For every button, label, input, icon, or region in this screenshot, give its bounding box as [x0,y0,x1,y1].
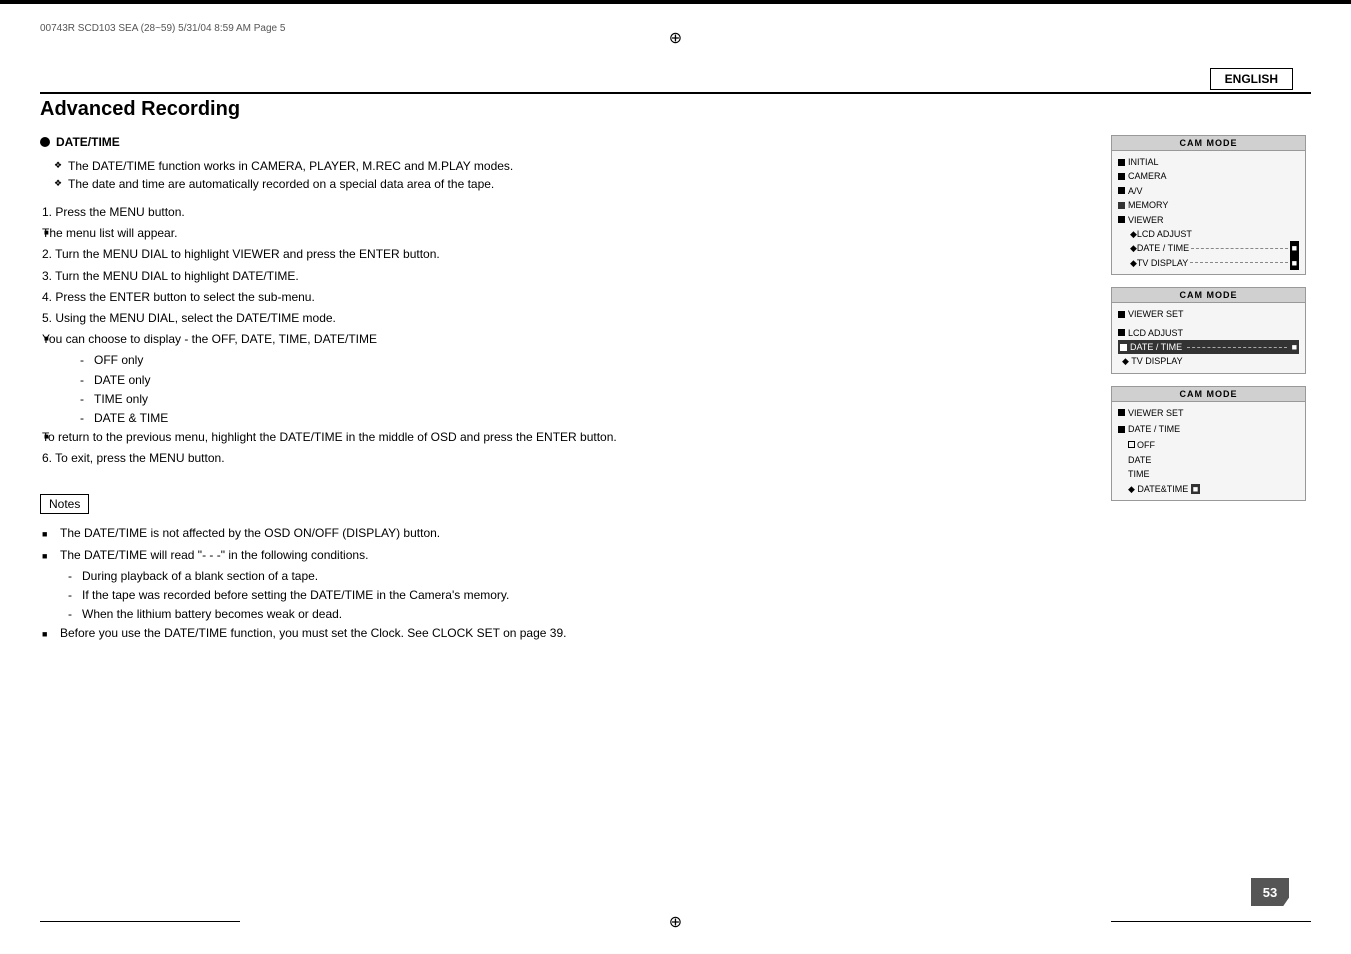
cam-item: MEMORY [1118,198,1299,212]
step-num: 3. [42,269,55,283]
step-3: 3. Turn the MENU DIAL to highlight DATE/… [40,267,1091,286]
notes-dash-1: During playback of a blank section of a … [68,567,1091,586]
step-text: Turn the MENU DIAL to highlight DATE/TIM… [55,269,299,283]
english-badge: ENGLISH [1210,68,1293,90]
content-columns: DATE/TIME The DATE/TIME function works i… [40,135,1311,646]
page-number: 53 [1251,878,1289,906]
note-1: The DATE/TIME is not affected by the OSD… [40,524,1091,543]
left-col: DATE/TIME The DATE/TIME function works i… [40,135,1091,646]
step-text: Turn the MENU DIAL to highlight VIEWER a… [55,247,440,261]
cam-subitem: ◆TV DISPLAY ■ [1118,256,1299,270]
notes-dash-3: When the lithium battery becomes weak or… [68,605,1091,624]
corner-mark-br [0,3,1351,4]
cam-item: VIEWER SET [1118,307,1299,321]
cam-screen-3: CAM MODE VIEWER SET DATE / TIME OFF DATE… [1111,386,1306,501]
cam-screen-2-body: VIEWER SET LCD ADJUST DATE / TIME ■ ◆ TV… [1112,303,1305,373]
main-content: Advanced Recording DATE/TIME The DATE/TI… [40,98,1311,914]
cam-screen-2-header: CAM MODE [1112,288,1305,303]
cam-sq [1118,409,1125,416]
cam-item: A/V [1118,184,1299,198]
intro-bullets: The DATE/TIME function works in CAMERA, … [40,157,1091,193]
note-3: Before you use the DATE/TIME function, y… [40,624,1091,643]
step-1: 1. Press the MENU button. [40,203,1091,222]
intro-bullet-2: The date and time are automatically reco… [54,175,1091,193]
step-4: 4. Press the ENTER button to select the … [40,288,1091,307]
cam-item: CAMERA [1118,169,1299,183]
cam-subitem: TIME [1118,467,1299,481]
step-2: 2. Turn the MENU DIAL to highlight VIEWE… [40,245,1091,264]
notes-section: Notes The DATE/TIME is not affected by t… [40,486,1091,643]
crosshair-bottom: ⊕ [669,912,682,932]
cam-screen-1: CAM MODE INITIAL CAMERA A/V MEMORY VIEWE… [1111,135,1306,275]
bottom-line-right [1111,921,1311,922]
cam-item: ◆ TV DISPLAY [1118,354,1299,368]
cam-screen-3-header: CAM MODE [1112,387,1305,402]
cam-sq [1118,173,1125,180]
notes-list-2: Before you use the DATE/TIME function, y… [40,624,1091,643]
cam-sq [1118,202,1125,209]
page-title: Advanced Recording [40,98,1311,121]
notes-list: The DATE/TIME is not affected by the OSD… [40,524,1091,564]
step-text: To exit, press the MENU button. [55,451,224,465]
dash-item-3: TIME only [80,390,1091,409]
steps-list: 1. Press the MENU button. The menu list … [40,203,1091,468]
bottom-line-left [40,921,240,922]
cam-screen-1-body: INITIAL CAMERA A/V MEMORY VIEWER ◆LCD AD… [1112,151,1305,274]
step-num: 6. [42,451,55,465]
header-meta: 00743R SCD103 SEA (28~59) 5/31/04 8:59 A… [40,22,285,36]
crosshair-top: ⊕ [669,28,682,48]
cam-item: LCD ADJUST [1118,326,1299,340]
right-col: CAM MODE INITIAL CAMERA A/V MEMORY VIEWE… [1111,135,1311,646]
cam-sq [1118,426,1125,433]
step-5-sub: You can choose to display - the OFF, DAT… [40,330,1091,349]
note-2: The DATE/TIME will read "- - -" in the f… [40,546,1091,565]
cam-item: VIEWER SET [1118,406,1299,420]
cam-item: DATE / TIME [1118,422,1299,436]
step-1-sub: The menu list will appear. [40,224,1091,243]
top-divider [40,92,1311,94]
step-5-dashes: OFF only DATE only TIME only DATE & TIME [40,351,1091,428]
cam-item: DATE / TIME ■ [1118,340,1299,354]
step-5: 5. Using the MENU DIAL, select the DATE/… [40,309,1091,328]
section-header: DATE/TIME [40,135,1091,149]
step-num: 5. [42,311,55,325]
step-6: 6. To exit, press the MENU button. [40,449,1091,468]
cam-subitem: DATE [1118,453,1299,467]
cam-sq [1118,187,1125,194]
step-num: 1. [42,205,55,219]
cam-item: INITIAL [1118,155,1299,169]
cam-sq [1118,216,1125,223]
step-5-return: To return to the previous menu, highligh… [40,428,1091,447]
cam-sq [1118,159,1125,166]
cam-subitem: ◆LCD ADJUST [1118,227,1299,241]
step-text: Press the MENU button. [55,205,184,219]
step-num: 4. [42,290,55,304]
dash-item-1: OFF only [80,351,1091,370]
cam-sq [1118,311,1125,318]
intro-bullet-1: The DATE/TIME function works in CAMERA, … [54,157,1091,175]
section-dot [40,137,50,147]
notes-dashes: During playback of a blank section of a … [40,567,1091,625]
dash-item-2: DATE only [80,371,1091,390]
cam-subitem: OFF [1118,438,1299,452]
step-text: Using the MENU DIAL, select the DATE/TIM… [55,311,336,325]
notes-label: Notes [40,494,89,514]
dash-item-4: DATE & TIME [80,409,1091,428]
cam-screen-2: CAM MODE VIEWER SET LCD ADJUST DATE / TI… [1111,287,1306,374]
notes-dash-2: If the tape was recorded before setting … [68,586,1091,605]
step-text: Press the ENTER button to select the sub… [55,290,314,304]
cam-subitem: ◆DATE / TIME ■ [1118,241,1299,255]
cam-subitem: ◆ DATE&TIME ■ [1118,482,1299,496]
step-num: 2. [42,247,55,261]
cam-screen-3-body: VIEWER SET DATE / TIME OFF DATE TIME ◆ D… [1112,402,1305,500]
cam-screen-1-header: CAM MODE [1112,136,1305,151]
cam-item: VIEWER [1118,213,1299,227]
cam-sq [1118,329,1125,336]
section-name: DATE/TIME [56,135,120,149]
cam-sq [1120,344,1127,351]
